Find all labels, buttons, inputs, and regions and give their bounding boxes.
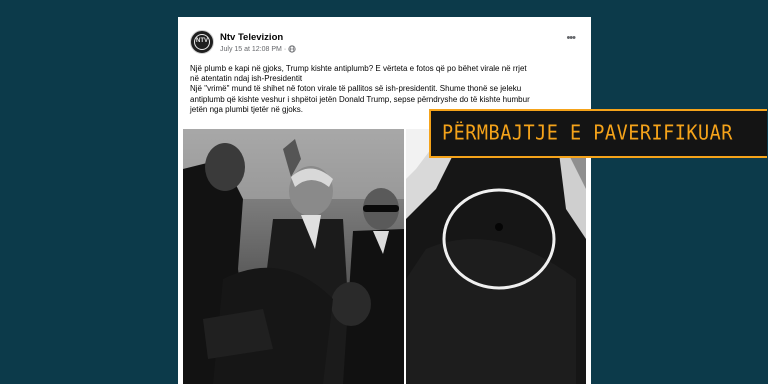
post-meta: July 15 at 12:08 PM · — [220, 45, 296, 53]
more-options-button[interactable]: ••• — [566, 33, 576, 44]
page-avatar[interactable]: NTV — [190, 30, 214, 54]
closeup-photo-graphic — [406, 129, 586, 384]
avatar-logo: NTV — [194, 34, 210, 50]
facebook-post: NTV Ntv Televizion July 15 at 12:08 PM ·… — [178, 17, 591, 384]
post-text-line: Një plumb e kapi në gjoks, Trump kishte … — [190, 64, 527, 73]
post-text: Një plumb e kapi në gjoks, Trump kishte … — [190, 64, 590, 115]
page-name-link[interactable]: Ntv Televizion — [220, 32, 283, 43]
post-text-line: Një "vrimë" mund të shihet në foton vira… — [190, 84, 522, 94]
photo-jacket-closeup[interactable] — [406, 129, 586, 384]
unverified-content-badge: PËRMBAJTJE E PAVERIFIKUAR — [429, 109, 767, 158]
badge-label: PËRMBAJTJE E PAVERIFIKUAR — [442, 121, 733, 146]
post-header: NTV Ntv Televizion July 15 at 12:08 PM ·… — [178, 17, 591, 59]
globe-icon — [288, 45, 296, 53]
post-photos — [183, 129, 586, 384]
rally-photo-graphic — [183, 129, 404, 384]
photo-rally-scene[interactable] — [183, 129, 404, 384]
post-text-line: antiplumb që kishte veshur i shpëtoi jet… — [190, 94, 530, 104]
meta-separator: · — [283, 45, 287, 53]
post-timestamp[interactable]: July 15 at 12:08 PM — [220, 46, 282, 53]
post-text-line: në atentatin ndaj ish-Presidentit — [190, 74, 303, 84]
